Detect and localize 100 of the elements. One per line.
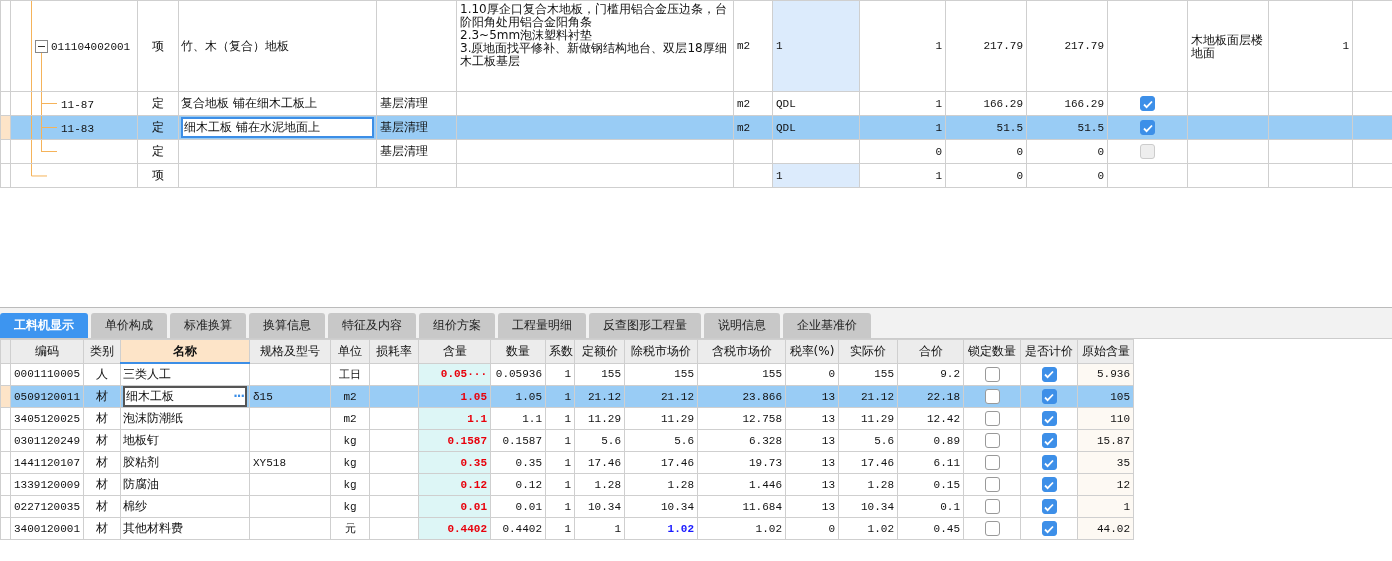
type-text: 材 xyxy=(96,433,108,447)
column-header[interactable]: 损耗率 xyxy=(369,339,419,363)
content-text: 0.35 xyxy=(460,456,487,469)
number-text: 6.11 xyxy=(933,456,960,469)
checkbox[interactable] xyxy=(1041,477,1057,492)
number-text: 1 xyxy=(564,368,571,381)
price-text: 217.79 xyxy=(983,40,1023,52)
table-row[interactable]: 0301120249 材 地板钉 kg 0.1587 0.1587 1 5.6 5.6 6.328 13 5.6 0.89 15.87 xyxy=(0,429,1134,452)
number-text: 0.1587 xyxy=(502,434,542,447)
code-text: 0227120035 xyxy=(14,500,80,513)
column-header[interactable]: 含税市场价 xyxy=(697,339,786,363)
checkbox[interactable] xyxy=(1140,120,1155,135)
table-row[interactable]: 0509120011 材 细木工板 ··· δ15 m2 1.05 1.05 1 21.12 21.12 23.866 13 21.12 22.18 105 xyxy=(0,385,1134,408)
code-text: 0001110005 xyxy=(14,368,80,381)
collapse-icon[interactable] xyxy=(35,40,48,53)
number-text: 0.12 xyxy=(515,478,542,491)
unit-text: m2 xyxy=(737,40,751,52)
checkbox[interactable] xyxy=(1041,455,1057,470)
expression-text: 1 xyxy=(776,40,783,52)
unit-text: m2 xyxy=(343,412,357,425)
table-row[interactable]: 3400120001 材 其他材料费 元 0.4402 0.4402 1 1 1.02 1.02 0 1.02 0.45 44.02 xyxy=(0,517,1134,540)
type-text: 项 xyxy=(152,38,164,53)
tab[interactable]: 说明信息 xyxy=(704,313,780,338)
table-row[interactable]: 0001110005 人 三类人工 工日 0.05··· 0.05936 1 155 155 155 0 155 9.2 5.936 xyxy=(0,363,1134,386)
checkbox[interactable] xyxy=(1140,96,1155,111)
number-text: 1.446 xyxy=(749,478,782,491)
column-header[interactable]: 锁定数量 xyxy=(963,339,1021,363)
number-text: 1.02 xyxy=(867,522,894,535)
tab[interactable]: 单价构成 xyxy=(91,313,167,338)
name-text: 棉纱 xyxy=(123,499,147,513)
number-text: 13 xyxy=(821,390,835,403)
column-header[interactable]: 类别 xyxy=(83,339,121,363)
number-text: 1.28 xyxy=(667,478,694,491)
content-text: 0.01 xyxy=(460,500,487,513)
tab[interactable]: 换算信息 xyxy=(249,313,325,338)
tab[interactable]: 特征及内容 xyxy=(328,313,416,338)
number-text: 17.46 xyxy=(588,456,621,469)
tab[interactable]: 企业基准价 xyxy=(783,313,871,338)
column-header[interactable]: 定额价 xyxy=(574,339,625,363)
checkbox[interactable] xyxy=(1041,499,1057,514)
number-text: 1.02 xyxy=(755,522,782,535)
column-header[interactable]: 是否计价 xyxy=(1020,339,1078,363)
checkbox[interactable] xyxy=(984,366,1000,382)
code-text: 3400120001 xyxy=(14,522,80,535)
table-row[interactable]: 11-87 定 复合地板 铺在细木工板上 基层清理 m2 QDL 1 166.29 166.29 xyxy=(0,91,1392,116)
column-header[interactable]: 名称 xyxy=(120,339,250,363)
type-text: 材 xyxy=(96,521,108,535)
table-row[interactable]: 1441120107 材 胶粘剂 XY518 kg 0.35 0.35 1 17.46 17.46 19.73 13 17.46 6.11 35 xyxy=(0,451,1134,474)
table-row[interactable]: 3405120025 材 泡沫防潮纸 m2 1.1 1.1 1 11.29 11.29 12.758 13 11.29 12.42 110 xyxy=(0,407,1134,430)
name-field[interactable]: 细木工板 铺在水泥地面上 xyxy=(181,117,374,138)
table-row[interactable]: 项 1 1 0 0 xyxy=(0,163,1392,188)
name-field[interactable]: 细木工板 ··· xyxy=(123,386,247,407)
checkbox[interactable] xyxy=(984,499,1000,514)
content-text: 基层清理 xyxy=(380,120,428,134)
checkbox[interactable] xyxy=(1041,389,1057,404)
column-header[interactable]: 实际价 xyxy=(838,339,898,363)
column-header[interactable]: 规格及型号 xyxy=(249,339,331,363)
checkbox[interactable] xyxy=(984,455,1000,470)
column-header[interactable]: 合价 xyxy=(897,339,964,363)
table-row[interactable]: 011104002001 项 竹、木（复合）地板 1.10厚企口复合木地板，门槛用铝合金压边条，台阶阳角处用铝合金阳角条 2.3~5mm泡沫塑料衬垫 3.原地面找平修补、新做钢结构地台、双层18厚细木工板基层 m2 1 1 217.79 217.79 木地板面层楼地面 1 xyxy=(0,0,1392,92)
checkbox[interactable] xyxy=(984,477,1000,492)
column-header[interactable]: 含量 xyxy=(418,339,491,363)
checkbox[interactable] xyxy=(984,521,1000,536)
column-header[interactable]: 除税市场价 xyxy=(624,339,698,363)
tab[interactable]: 反查图形工程量 xyxy=(589,313,701,338)
tab[interactable]: 工程量明细 xyxy=(498,313,586,338)
checkbox[interactable] xyxy=(1041,521,1057,536)
number-text: 1 xyxy=(564,456,571,469)
column-header[interactable]: 单位 xyxy=(330,339,370,363)
checkbox[interactable] xyxy=(1041,411,1057,426)
number-text: 19.73 xyxy=(749,456,782,469)
tab[interactable]: 组价方案 xyxy=(419,313,495,338)
content-text: 基层清理 xyxy=(380,96,428,110)
column-header[interactable]: 原始含量 xyxy=(1077,339,1134,363)
name-text: 胶粘剂 xyxy=(123,455,159,469)
number-text: 1.05 xyxy=(515,390,542,403)
tab[interactable]: 标准换算 xyxy=(170,313,246,338)
number-text: 11.29 xyxy=(588,412,621,425)
table-row[interactable]: 11-83 定 细木工板 铺在水泥地面上 基层清理 m2 QDL 1 51.5 51.5 xyxy=(0,115,1392,140)
column-header[interactable]: 税率(%) xyxy=(785,339,839,363)
checkbox[interactable] xyxy=(1041,366,1057,382)
spec-text: XY518 xyxy=(253,456,286,469)
table-row[interactable]: 0227120035 材 棉纱 kg 0.01 0.01 1 10.34 10.34 11.684 13 10.34 0.1 1 xyxy=(0,495,1134,518)
number-text: 9.2 xyxy=(940,368,960,381)
number-text: 21.12 xyxy=(861,390,894,403)
checkbox[interactable] xyxy=(984,389,1000,404)
feature-text: 1.10厚企口复合木地板，门槛用铝合金压边条，台阶阳角处用铝合金阳角条 2.3~5mm泡沫塑料衬垫 3.原地面找平修补、新做钢结构地台、双层18厚细木工板基层 xyxy=(460,3,728,68)
column-header[interactable]: 编码 xyxy=(10,339,84,363)
checkbox[interactable] xyxy=(1041,433,1057,448)
checkbox[interactable] xyxy=(984,433,1000,448)
number-text: 0.45 xyxy=(933,522,960,535)
number-text: 13 xyxy=(821,434,835,447)
total-text: 0 xyxy=(1097,169,1104,182)
column-header[interactable]: 系数 xyxy=(545,339,575,363)
name-text: 三类人工 xyxy=(123,367,171,381)
table-row[interactable]: 1339120009 材 防腐油 kg 0.12 0.12 1 1.28 1.28 1.446 13 1.28 0.15 12 xyxy=(0,473,1134,496)
checkbox[interactable] xyxy=(984,411,1000,426)
code-text: 1441120107 xyxy=(14,456,80,469)
type-text: 材 xyxy=(96,477,108,491)
column-header[interactable]: 数量 xyxy=(490,339,546,363)
